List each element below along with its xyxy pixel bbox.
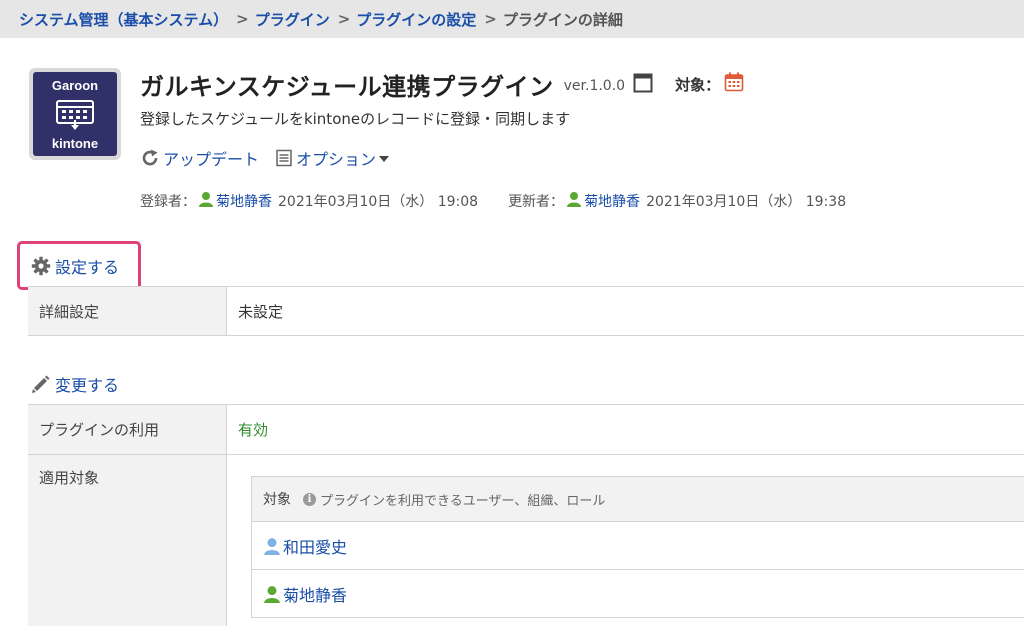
list-icon bbox=[276, 149, 292, 167]
plugin-title: ガルキンスケジュール連携プラグイン bbox=[140, 72, 554, 101]
plugin-icon: Garoon kintone bbox=[29, 68, 121, 160]
garoon-kintone-icon: Garoon kintone bbox=[33, 72, 117, 156]
target-label: 対象： bbox=[675, 75, 721, 94]
updated-by-label: 更新者： bbox=[508, 194, 565, 210]
options-dropdown[interactable]: オプション bbox=[275, 146, 390, 170]
plugin-usage-value: 有効 bbox=[226, 405, 1024, 454]
user-icon bbox=[264, 537, 280, 555]
user-icon bbox=[264, 585, 280, 603]
calendar-sync-icon bbox=[56, 99, 94, 130]
user-icon bbox=[198, 191, 214, 211]
plugin-actions: アップデート オプション bbox=[140, 146, 390, 170]
detail-settings-label: 詳細設定 bbox=[28, 287, 226, 335]
pencil-icon bbox=[32, 375, 50, 393]
breadcrumb-separator: > bbox=[236, 10, 249, 28]
update-label: アップデート bbox=[163, 150, 260, 169]
plugin-usage-row: プラグインの利用 有効 bbox=[28, 404, 1024, 454]
info-icon: i bbox=[303, 492, 316, 506]
target-row-value: 対象 i プラグインを利用できるユーザー、組織、ロール 和田愛史 菊地静香 bbox=[226, 455, 1024, 626]
plugin-version: ver.1.0.0 bbox=[563, 78, 626, 94]
target-table-header: 対象 i プラグインを利用できるユーザー、組織、ロール bbox=[252, 477, 1024, 521]
update-button[interactable]: アップデート bbox=[140, 146, 259, 170]
breadcrumb-system-admin[interactable]: システム管理（基本システム） bbox=[19, 9, 228, 30]
target-user-row[interactable]: 菊地静香 bbox=[252, 569, 1024, 617]
registered-by-user[interactable]: 菊地静香 bbox=[216, 191, 272, 211]
detail-settings-row: 詳細設定 未設定 bbox=[28, 286, 1024, 336]
plugin-title-row: ガルキンスケジュール連携プラグイン ver.1.0.0 対象： bbox=[140, 68, 744, 101]
breadcrumb: システム管理（基本システム） > プラグイン > プラグインの設定 > プラグイ… bbox=[0, 0, 1024, 38]
calendar-icon bbox=[724, 72, 744, 96]
registered-by-label: 登録者： bbox=[140, 194, 196, 210]
gear-icon bbox=[31, 256, 51, 276]
breadcrumb-current: プラグインの詳細 bbox=[502, 10, 623, 29]
plugin-description: 登録したスケジュールをkintoneのレコードに登録・同期します bbox=[140, 110, 571, 128]
target-user-name: 菊地静香 bbox=[283, 585, 348, 605]
target-hint-text: プラグインを利用できるユーザー、組織、ロール bbox=[320, 493, 606, 509]
configure-button[interactable]: 設定する bbox=[31, 254, 119, 278]
window-icon[interactable] bbox=[633, 73, 653, 97]
options-label: オプション bbox=[296, 150, 377, 169]
breadcrumb-separator: > bbox=[484, 10, 497, 28]
user-icon bbox=[566, 191, 582, 211]
plugin-meta: 登録者： 菊地静香 2021年03月10日（水） 19:08 更新者： 菊地静香… bbox=[140, 191, 846, 211]
change-button[interactable]: 変更する bbox=[31, 372, 119, 396]
target-row: 適用対象 対象 i プラグインを利用できるユーザー、組織、ロール 和田愛史 菊地… bbox=[28, 454, 1024, 626]
target-user-name: 和田愛史 bbox=[283, 537, 348, 557]
breadcrumb-plugins[interactable]: プラグイン bbox=[255, 9, 330, 30]
plugin-icon-top-text: Garoon bbox=[51, 78, 99, 93]
updated-by-user[interactable]: 菊地静香 bbox=[584, 191, 640, 211]
configure-label: 設定する bbox=[55, 258, 120, 277]
target-table: 対象 i プラグインを利用できるユーザー、組織、ロール 和田愛史 菊地静香 bbox=[251, 476, 1024, 618]
refresh-icon bbox=[142, 149, 158, 166]
plugin-usage-label: プラグインの利用 bbox=[28, 405, 226, 454]
target-row-label: 適用対象 bbox=[28, 455, 226, 626]
detail-settings-value: 未設定 bbox=[226, 287, 1024, 335]
breadcrumb-plugin-settings[interactable]: プラグインの設定 bbox=[356, 9, 476, 30]
updated-date: 2021年03月10日（水） 19:38 bbox=[646, 194, 847, 210]
target-hint: i プラグインを利用できるユーザー、組織、ロール bbox=[303, 490, 605, 509]
chevron-down-icon bbox=[379, 156, 390, 162]
registered-date: 2021年03月10日（水） 19:08 bbox=[278, 194, 479, 210]
breadcrumb-separator: > bbox=[337, 10, 351, 28]
plugin-icon-bottom-text: kintone bbox=[51, 136, 99, 151]
target-column-header: 対象 bbox=[263, 492, 291, 508]
target-user-row[interactable]: 和田愛史 bbox=[252, 521, 1024, 569]
change-label: 変更する bbox=[55, 376, 120, 395]
